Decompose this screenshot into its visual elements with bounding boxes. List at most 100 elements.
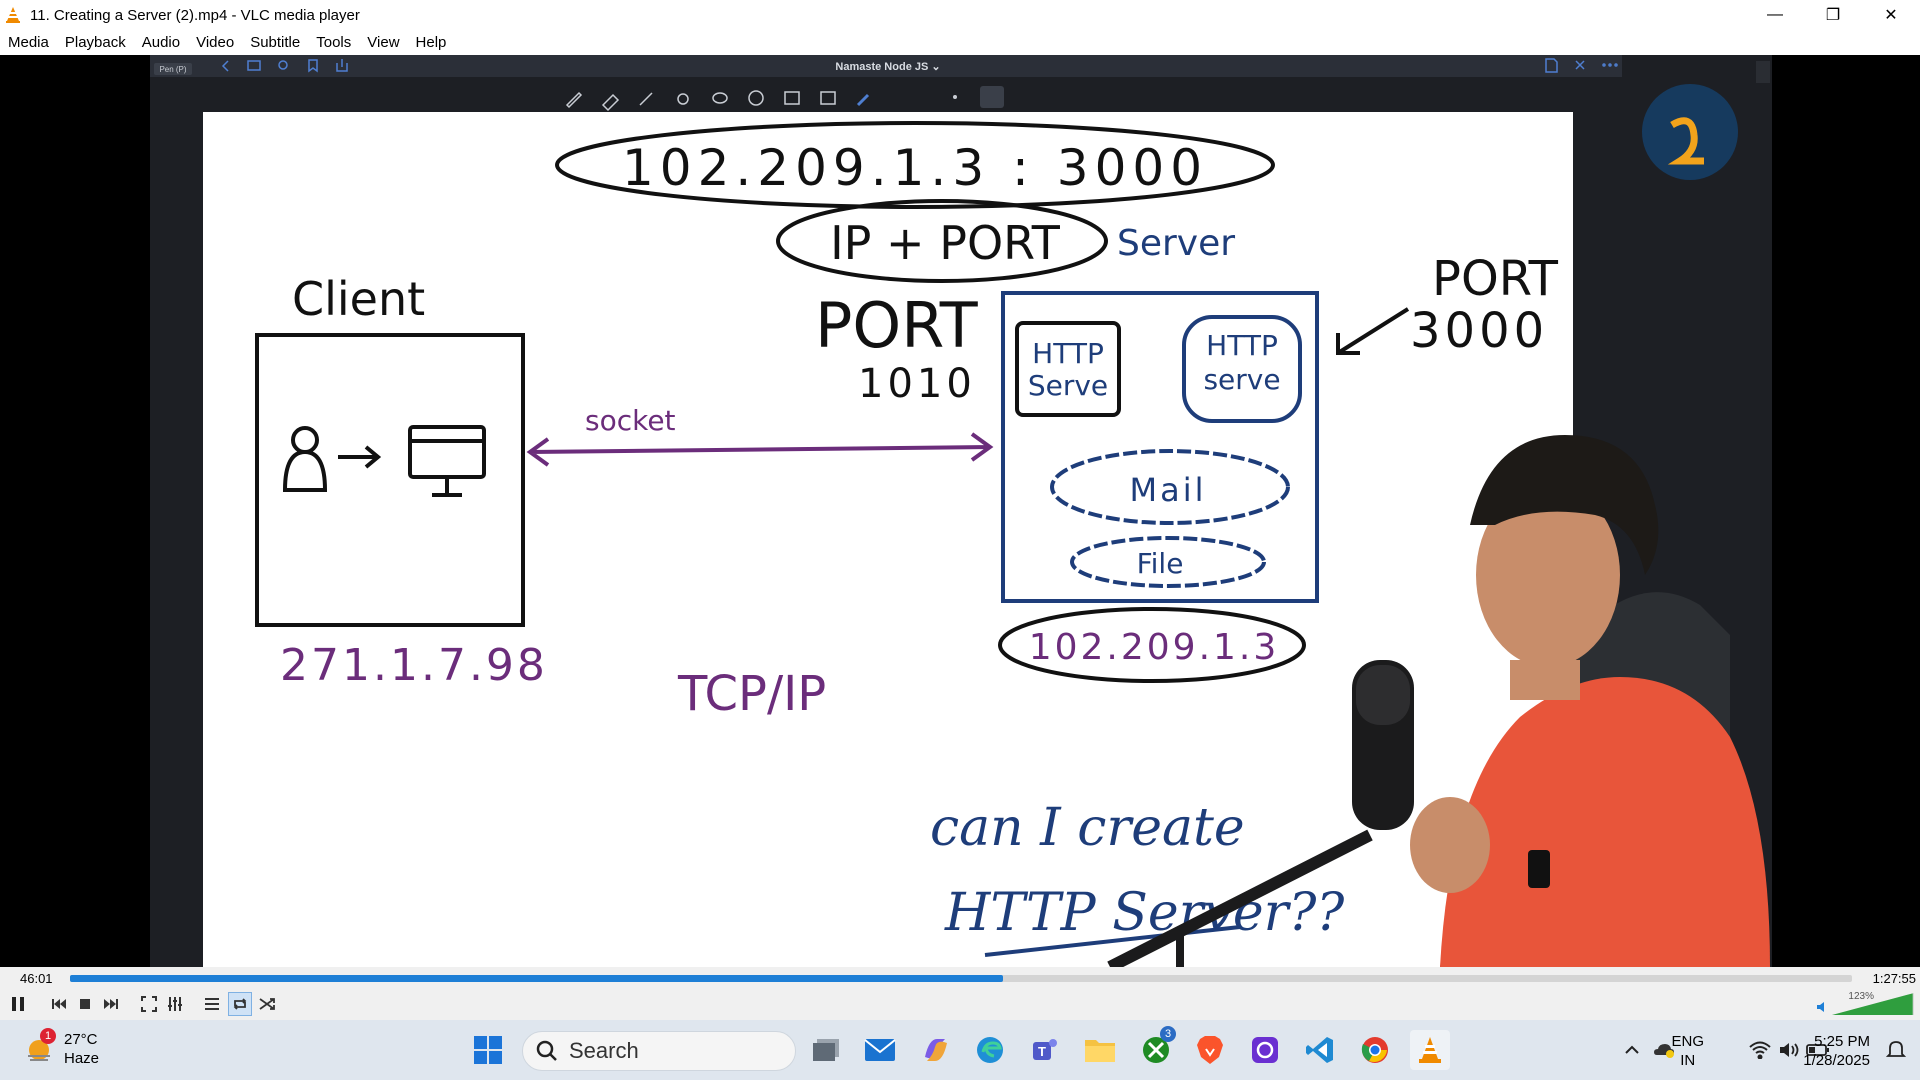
minimize-button[interactable]: — [1746, 0, 1804, 30]
server-ip: 102.209.1.3 [1029, 627, 1280, 668]
start-button[interactable] [468, 1030, 508, 1070]
seek-bar[interactable] [70, 975, 1852, 982]
folder-icon [1085, 1040, 1115, 1062]
video-scene: Namaste Node JS ⌄ Pen (P) 102.209.1.3: … [150, 55, 1772, 967]
socket-label: socket [585, 404, 676, 437]
search-icon [536, 1040, 557, 1061]
tcp-label: TCP/IP [677, 666, 826, 722]
app-icon [1252, 1037, 1278, 1063]
teams-icon: T [1033, 1039, 1057, 1060]
client-label: Client [292, 272, 425, 326]
seek-progress [70, 975, 1004, 982]
elapsed-time: 46:01 [20, 971, 53, 986]
brave-app[interactable] [1190, 1030, 1230, 1070]
teams-app[interactable]: T [1025, 1030, 1065, 1070]
task-view-icon [813, 1039, 839, 1061]
seek-row: 46:01 1:27:55 [0, 967, 1920, 989]
menu-view[interactable]: View [359, 34, 407, 51]
next-icon [104, 999, 118, 1009]
purple-app[interactable] [1245, 1030, 1285, 1070]
edge-app[interactable] [970, 1030, 1010, 1070]
equalizer-icon [168, 997, 182, 1011]
edge-icon [977, 1037, 1003, 1063]
file-label: File [1137, 547, 1184, 580]
file-explorer-app[interactable] [1080, 1030, 1120, 1070]
vlc-cone-icon [1419, 1037, 1441, 1063]
port-label: PORT [815, 289, 979, 362]
notification-bell-icon [1886, 1041, 1906, 1057]
previous-button[interactable] [47, 992, 71, 1016]
pause-button[interactable] [6, 992, 30, 1016]
weather-desc: Haze [64, 1050, 100, 1067]
clock-time: 5:25 PM [1814, 1033, 1870, 1050]
wifi-icon [1749, 1041, 1771, 1059]
loop-icon [233, 998, 247, 1010]
question-line2: HTTP Server?? [944, 883, 1345, 943]
xbox-badge: 3 [1160, 1026, 1176, 1042]
title-bar: 11. Creating a Server (2).mp4 - VLC medi… [0, 0, 1920, 30]
weather-temp: 27°C [64, 1031, 98, 1048]
copilot-icon [925, 1039, 947, 1061]
vlc-taskbar-app[interactable] [1410, 1030, 1450, 1070]
window-title: 11. Creating a Server (2).mp4 - VLC medi… [30, 6, 360, 24]
server-label: Server [1117, 223, 1235, 264]
shuffle-icon [259, 998, 275, 1010]
mail-icon [864, 1039, 896, 1061]
menu-media[interactable]: Media [0, 34, 57, 51]
speaker-icon [1817, 1002, 1824, 1012]
scroll-handle [1756, 61, 1770, 83]
weather-badge: 1 [40, 1028, 56, 1044]
windows-icon [474, 1036, 502, 1064]
menu-tools[interactable]: Tools [308, 34, 359, 51]
volume-slider[interactable]: 123% [1816, 991, 1916, 1017]
http-server-1-line2: Serve [1028, 369, 1108, 402]
color-dot-icon [953, 95, 957, 99]
vscode-app[interactable] [1300, 1030, 1340, 1070]
menu-video[interactable]: Video [188, 34, 242, 51]
copilot-app[interactable] [916, 1030, 956, 1070]
chrome-app[interactable] [1355, 1030, 1395, 1070]
chevron-up-icon [1625, 1045, 1639, 1054]
search-label: Search [569, 1038, 639, 1063]
loop-button[interactable] [228, 992, 252, 1016]
lang-region: IN [1680, 1052, 1696, 1069]
stop-button[interactable] [73, 992, 97, 1016]
menu-audio[interactable]: Audio [134, 34, 188, 51]
http-server-2-line1: HTTP [1206, 329, 1278, 362]
video-frame[interactable]: Namaste Node JS ⌄ Pen (P) 102.209.1.3: … [0, 55, 1920, 967]
taskbar-search[interactable]: Search [522, 1031, 796, 1071]
ip-port-label: IP + PORT [830, 216, 1061, 270]
menu-playback[interactable]: Playback [57, 34, 134, 51]
notifications-button[interactable] [1876, 1030, 1916, 1070]
previous-icon [52, 999, 66, 1009]
notes-toolbar [150, 77, 1622, 111]
playlist-button[interactable] [200, 992, 224, 1016]
xbox-app[interactable]: 3 [1136, 1026, 1176, 1070]
svg-text:T: T [1038, 1044, 1046, 1059]
close-button[interactable]: ✕ [1862, 0, 1920, 30]
fullscreen-icon [141, 996, 157, 1012]
mail-app[interactable] [860, 1030, 900, 1070]
language-indicator[interactable]: ENG IN [1671, 1032, 1704, 1070]
pause-icon [12, 997, 24, 1011]
extended-settings-button[interactable] [163, 992, 187, 1016]
fullscreen-button[interactable] [137, 992, 161, 1016]
taskbar: 1 27°C Haze Search T 3 ENG IN 5:25 PM 1/… [0, 1020, 1920, 1080]
vscode-icon [1306, 1037, 1333, 1063]
namaste-logo [1642, 84, 1738, 180]
menu-help[interactable]: Help [408, 34, 455, 51]
brave-icon [1197, 1036, 1223, 1064]
shuffle-button[interactable] [255, 992, 279, 1016]
volume-level [1832, 993, 1914, 1015]
port-value: 1010 [858, 361, 976, 407]
http-server-2-line2: serve [1203, 363, 1280, 396]
playlist-icon [205, 998, 219, 1010]
clock[interactable]: 5:25 PM 1/28/2025 [1803, 1032, 1870, 1070]
total-time: 1:27:55 [1872, 971, 1916, 986]
restore-button[interactable]: ❐ [1804, 0, 1862, 30]
task-view-button[interactable] [806, 1030, 846, 1070]
next-button[interactable] [99, 992, 123, 1016]
menu-subtitle[interactable]: Subtitle [242, 34, 308, 51]
question-line1: can I create [930, 798, 1245, 858]
weather-widget[interactable]: 1 27°C Haze [24, 1028, 100, 1068]
